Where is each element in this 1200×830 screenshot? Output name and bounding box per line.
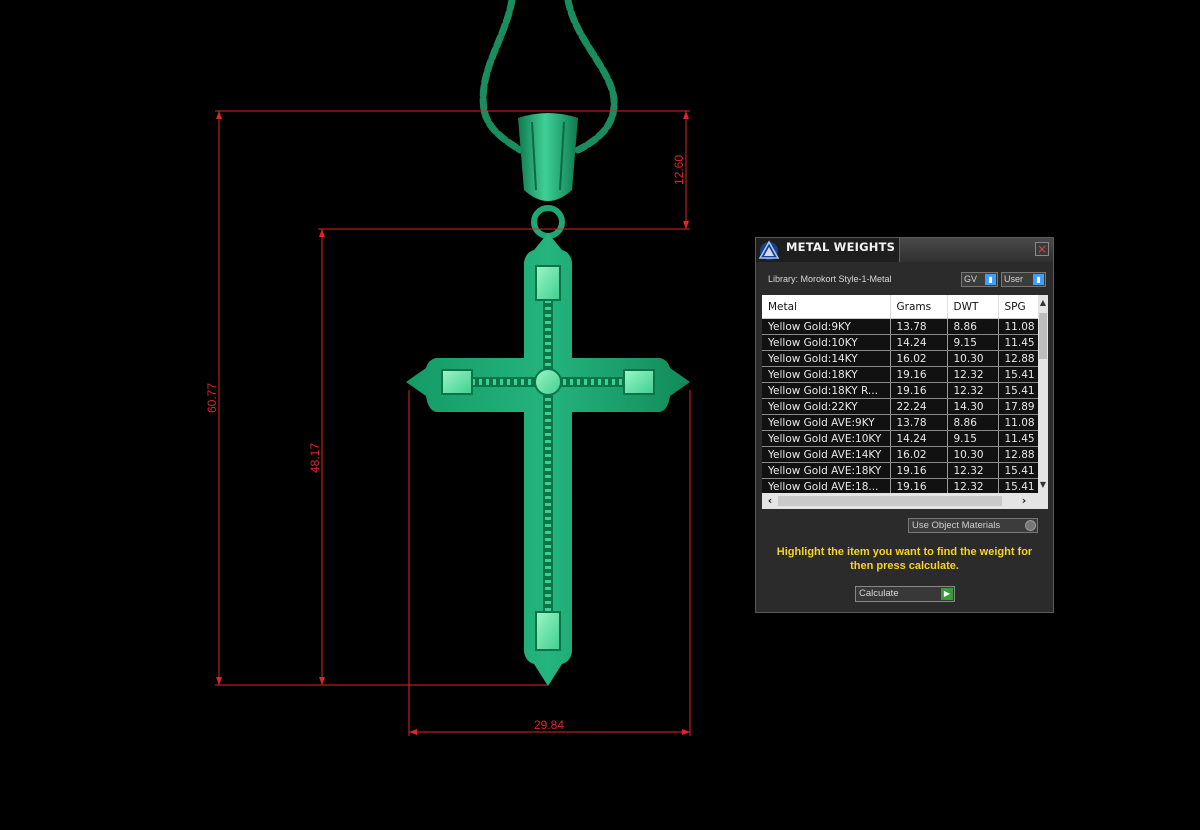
horizontal-scroll-thumb[interactable] bbox=[778, 496, 1002, 506]
dimension-lines bbox=[215, 110, 691, 736]
table-cell: 10.30 bbox=[947, 350, 999, 367]
table-cell: Yellow Gold AVE:18KY bbox=[762, 462, 891, 479]
table-cell: 15.41 bbox=[998, 366, 1039, 383]
use-object-materials-label: Use Object Materials bbox=[912, 520, 1001, 531]
table-cell: Yellow Gold:10KY bbox=[762, 334, 891, 351]
table-cell: 19.16 bbox=[890, 366, 948, 383]
table-row[interactable]: Yellow Gold AVE:9KY 13.78 8.86 11.08 bbox=[762, 414, 1039, 431]
table-cell: 16.02 bbox=[890, 350, 948, 367]
table-row[interactable]: Yellow Gold:18KY 19.16 12.32 15.41 bbox=[762, 366, 1039, 383]
table-row[interactable]: Yellow Gold:18KY R... 19.16 12.32 15.41 bbox=[762, 382, 1039, 399]
table-cell: 14.30 bbox=[947, 398, 999, 415]
table-cell: 15.41 bbox=[998, 382, 1039, 399]
table-cell: 10.30 bbox=[947, 446, 999, 463]
instruction-text: Highlight the item you want to find the … bbox=[776, 546, 1033, 572]
table-row[interactable]: Yellow Gold:9KY 13.78 8.86 11.08 bbox=[762, 318, 1039, 335]
dim-body-height: 48.17 bbox=[308, 443, 322, 473]
calculate-label: Calculate bbox=[859, 588, 899, 599]
table-row[interactable]: Yellow Gold:14KY 16.02 10.30 12.88 bbox=[762, 350, 1039, 367]
column-header[interactable]: DWT bbox=[947, 295, 999, 319]
table-cell: Yellow Gold:18KY R... bbox=[762, 382, 891, 399]
metal-weights-panel: METAL WEIGHTS × Library: Morokort Style-… bbox=[755, 237, 1054, 613]
table-cell: Yellow Gold AVE:9KY bbox=[762, 414, 891, 431]
panel-title-tab: METAL WEIGHTS bbox=[756, 238, 900, 262]
table-cell: 12.32 bbox=[947, 462, 999, 479]
table-cell: 17.89 bbox=[998, 398, 1039, 415]
scroll-right-icon[interactable]: › bbox=[1017, 493, 1031, 509]
bail bbox=[518, 113, 578, 239]
table-cell: 12.32 bbox=[947, 366, 999, 383]
dimension-arrows bbox=[216, 111, 690, 735]
vertical-scroll-thumb[interactable] bbox=[1039, 313, 1047, 359]
table-cell: Yellow Gold:14KY bbox=[762, 350, 891, 367]
scroll-left-icon[interactable]: ‹ bbox=[763, 493, 777, 509]
table-row[interactable]: Yellow Gold:22KY 22.24 14.30 17.89 bbox=[762, 398, 1039, 415]
column-header[interactable]: SPG bbox=[998, 295, 1039, 319]
table-cell: 14.24 bbox=[890, 430, 948, 447]
gv-select[interactable]: GV ▮ bbox=[961, 272, 998, 287]
calculate-button[interactable]: Calculate ▶ bbox=[855, 586, 955, 602]
table-cell: 11.08 bbox=[998, 414, 1039, 431]
table-cell: 19.16 bbox=[890, 462, 948, 479]
table-cell: Yellow Gold:22KY bbox=[762, 398, 891, 415]
dropdown-arrow-icon: ▮ bbox=[1033, 274, 1044, 285]
dim-width: 29.84 bbox=[534, 718, 564, 732]
user-select-value: User bbox=[1004, 274, 1024, 284]
panel-title: METAL WEIGHTS bbox=[786, 240, 896, 254]
dim-total-height: 60.77 bbox=[205, 383, 219, 413]
user-select[interactable]: User ▮ bbox=[1001, 272, 1046, 287]
table-cell: 11.45 bbox=[998, 430, 1039, 447]
table-cell: 8.86 bbox=[947, 414, 999, 431]
gv-select-value: GV bbox=[964, 274, 978, 284]
table-cell: 9.15 bbox=[947, 430, 999, 447]
table-cell: 16.02 bbox=[890, 446, 948, 463]
table-cell: Yellow Gold AVE:14KY bbox=[762, 446, 891, 463]
scroll-up-icon[interactable]: ▲ bbox=[1038, 297, 1048, 309]
table-cell: 12.88 bbox=[998, 446, 1039, 463]
triangle-logo-icon bbox=[758, 240, 780, 260]
table-row[interactable]: Yellow Gold:10KY 14.24 9.15 11.45 bbox=[762, 334, 1039, 351]
option-knob-icon bbox=[1025, 520, 1036, 531]
table-row[interactable]: Yellow Gold AVE:18KY 19.16 12.32 15.41 bbox=[762, 462, 1039, 479]
table-cell: 12.88 bbox=[998, 350, 1039, 367]
column-header[interactable]: Grams bbox=[890, 295, 948, 319]
table-cell: 15.41 bbox=[998, 462, 1039, 479]
play-arrow-icon: ▶ bbox=[941, 588, 953, 600]
table-row[interactable]: Yellow Gold AVE:14KY 16.02 10.30 12.88 bbox=[762, 446, 1039, 463]
use-object-materials-select[interactable]: Use Object Materials bbox=[908, 518, 1038, 533]
table-cell: 8.86 bbox=[947, 318, 999, 335]
table-cell: 14.24 bbox=[890, 334, 948, 351]
table-cell: 13.78 bbox=[890, 414, 948, 431]
horizontal-scrollbar[interactable]: ‹ › bbox=[762, 493, 1048, 509]
table-cell: Yellow Gold:9KY bbox=[762, 318, 891, 335]
table-cell: 12.32 bbox=[947, 382, 999, 399]
column-header[interactable]: Metal bbox=[762, 295, 891, 319]
table-cell: 19.16 bbox=[890, 382, 948, 399]
table-row[interactable]: Yellow Gold AVE:10KY 14.24 9.15 11.45 bbox=[762, 430, 1039, 447]
vertical-scrollbar[interactable]: ▲ ▼ bbox=[1038, 295, 1048, 493]
library-label: Library: Morokort Style-1-Metal bbox=[768, 274, 892, 284]
cross-pendant bbox=[406, 233, 690, 686]
table-cell: Yellow Gold AVE:10KY bbox=[762, 430, 891, 447]
table-cell: 22.24 bbox=[890, 398, 948, 415]
table-cell: 13.78 bbox=[890, 318, 948, 335]
panel-titlebar[interactable]: METAL WEIGHTS × bbox=[756, 238, 1053, 262]
table-cell: 9.15 bbox=[947, 334, 999, 351]
table-cell: Yellow Gold:18KY bbox=[762, 366, 891, 383]
table-cell: 11.45 bbox=[998, 334, 1039, 351]
table-body: Yellow Gold:9KY 13.78 8.86 11.08 Yellow Gold… bbox=[762, 318, 1039, 495]
close-button[interactable]: × bbox=[1035, 242, 1049, 256]
dim-bail-height: 12.60 bbox=[672, 155, 686, 185]
metal-table[interactable]: Metal Grams DWT SPG Yellow Gold:9KY 13.78 8.8… bbox=[762, 295, 1048, 509]
table-cell: 11.08 bbox=[998, 318, 1039, 335]
dropdown-arrow-icon: ▮ bbox=[985, 274, 996, 285]
table-header: Metal Grams DWT SPG bbox=[762, 295, 1039, 319]
scroll-down-icon[interactable]: ▼ bbox=[1038, 479, 1048, 491]
